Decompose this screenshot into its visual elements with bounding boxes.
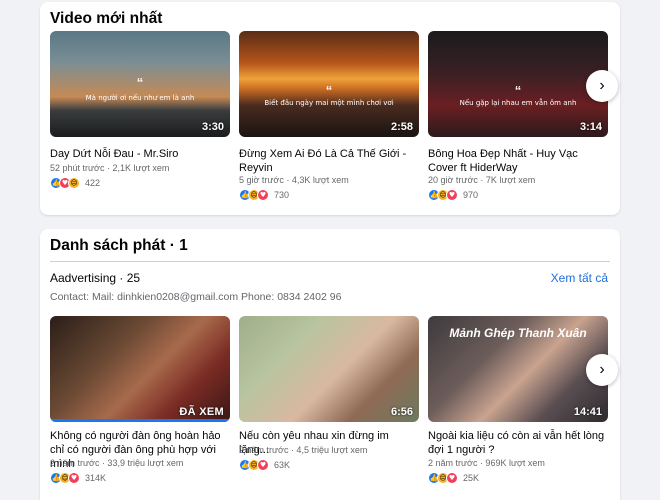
reaction-summary[interactable]: 👍 ♥ ☹ 422	[50, 177, 100, 189]
reaction-summary[interactable]: 👍 ☺ ♥ 314K	[50, 472, 106, 484]
video-meta: 5 giờ trước · 4,3K lượt xem	[239, 175, 349, 185]
video-title[interactable]: Đừng Xem Ai Đó Là Cả Thế Giới - Reyvin	[239, 147, 421, 175]
love-icon: ♥	[257, 189, 269, 201]
thumbnail-lyric: Mà người ơi nếu như em là anh	[85, 94, 195, 102]
video-meta: 2 năm trước · 4,5 triệu lượt xem	[239, 445, 368, 455]
reaction-count: 25K	[463, 473, 480, 483]
quote-icon: “	[325, 83, 333, 98]
video-title[interactable]: Ngoài kia liệu có còn ai vẫn hết lòng đợ…	[428, 429, 610, 457]
chevron-right-icon: ›	[599, 77, 605, 94]
video-thumbnail[interactable]: 6:56	[239, 316, 419, 422]
love-icon: ♥	[68, 472, 80, 484]
see-all-link[interactable]: Xem tất cả	[551, 271, 608, 285]
playlist-card: Danh sách phát · 1 Aadvertising · 25 Xem…	[40, 229, 620, 500]
playlist-name[interactable]: Aadvertising · 25	[50, 271, 140, 285]
reaction-count: 970	[463, 190, 479, 200]
thumbnail-lyric: Biết đâu ngày mai một mình chơi vơi	[264, 99, 394, 107]
video-title[interactable]: Bông Hoa Đẹp Nhất - Huy Vạc Cover ft Hid…	[428, 147, 610, 175]
reaction-count: 63K	[274, 460, 291, 470]
watch-progress-bar	[50, 419, 230, 422]
video-meta: 2 năm trước · 33,9 triệu lượt xem	[50, 458, 184, 468]
section-title-latest: Video mới nhất	[50, 10, 163, 27]
reaction-count: 314K	[85, 473, 107, 483]
reaction-summary[interactable]: 👍 ☹ ♥ 63K	[239, 459, 290, 471]
video-duration: 6:56	[390, 406, 413, 418]
video-duration: 3:14	[579, 121, 602, 133]
reaction-summary[interactable]: 👍 ☹ ♥ 25K	[428, 472, 479, 484]
video-title[interactable]: Day Dứt Nỗi Đau - Mr.Siro	[50, 147, 232, 161]
video-meta: 52 phút trước · 2,1K lượt xem	[50, 163, 170, 173]
reaction-count: 730	[274, 190, 290, 200]
love-icon: ♥	[446, 189, 458, 201]
reaction-count: 422	[85, 178, 101, 188]
thumbnail-overlay-title: Mảnh Ghép Thanh Xuân	[449, 326, 587, 340]
video-thumbnail[interactable]: ĐÃ XEM	[50, 316, 230, 422]
next-arrow-button[interactable]: ›	[586, 70, 618, 102]
video-meta: 2 năm trước · 969K lượt xem	[428, 458, 545, 468]
video-duration: 14:41	[573, 406, 602, 418]
video-duration: 3:30	[201, 121, 224, 133]
video-meta: 20 giờ trước · 7K lượt xem	[428, 175, 536, 185]
video-thumbnail[interactable]: “ Nếu gặp lại nhau em vẫn ôm anh 3:14	[428, 31, 608, 137]
reaction-summary[interactable]: 👍 ☹ ♥ 970	[428, 189, 478, 201]
divider	[50, 261, 610, 262]
video-thumbnail[interactable]: Mảnh Ghép Thanh Xuân 14:41	[428, 316, 608, 422]
love-icon: ♥	[257, 459, 269, 471]
chevron-right-icon: ›	[599, 361, 605, 378]
latest-videos-card: Video mới nhất “ Mà người ơi nếu như em …	[40, 2, 620, 215]
video-thumbnail[interactable]: “ Biết đâu ngày mai một mình chơi vơi 2:…	[239, 31, 419, 137]
thumbnail-lyric: Nếu gặp lại nhau em vẫn ôm anh	[459, 99, 577, 107]
playlist-description: Contact: Mail: dinhkien0208@gmail.com Ph…	[50, 291, 342, 303]
next-arrow-button[interactable]: ›	[586, 354, 618, 386]
quote-icon: “	[514, 83, 522, 98]
section-title-playlist: Danh sách phát · 1	[50, 237, 188, 254]
love-icon: ♥	[446, 472, 458, 484]
quote-icon: “	[136, 75, 144, 90]
video-thumbnail[interactable]: “ Mà người ơi nếu như em là anh 3:30	[50, 31, 230, 137]
watched-badge: ĐÃ XEM	[179, 406, 224, 418]
sad-icon: ☹	[68, 177, 80, 189]
reaction-summary[interactable]: 👍 ☹ ♥ 730	[239, 189, 289, 201]
video-duration: 2:58	[390, 121, 413, 133]
